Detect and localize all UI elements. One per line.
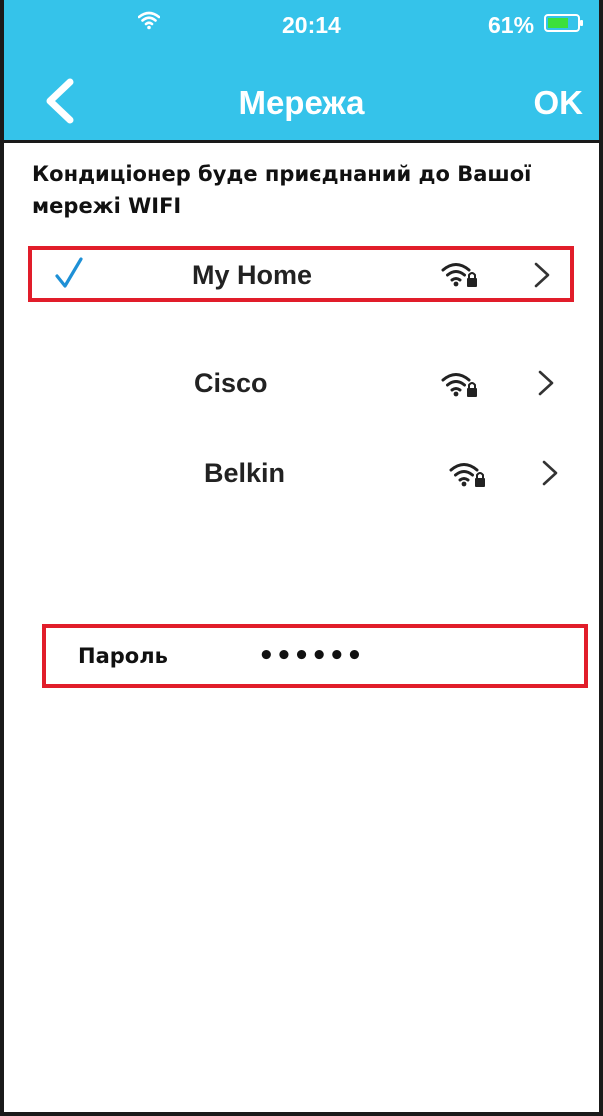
wifi-lock-icon	[449, 463, 485, 487]
status-time: 20:14	[282, 12, 341, 38]
network-item-cisco[interactable]: Cisco	[28, 356, 574, 412]
chevron-right-icon	[538, 370, 554, 396]
battery-percentage: 61%	[488, 12, 535, 38]
chevron-right-icon	[534, 262, 550, 288]
wifi-lock-icon	[441, 263, 477, 287]
status-bar: 20:14 61%	[4, 0, 599, 52]
instruction-text: Кондиціонер буде приєднаний до Вашої мер…	[32, 162, 532, 218]
page-title: Мережа	[238, 84, 365, 121]
wifi-lock-icon	[441, 373, 477, 397]
password-input[interactable]	[256, 640, 560, 672]
network-name: Cisco	[194, 368, 268, 398]
app-header: 20:14 61% Мережа OK	[4, 0, 599, 143]
network-name: Belkin	[204, 458, 286, 488]
wifi-icon	[138, 11, 160, 30]
network-item-my-home[interactable]: My Home	[28, 246, 574, 302]
phone-screen: 20:14 61% Мережа OK Кондиціонер буде при…	[0, 0, 603, 1116]
chevron-right-icon	[542, 460, 558, 486]
password-field-container: Пароль	[42, 624, 588, 688]
network-name: My Home	[192, 260, 313, 290]
battery-icon	[544, 14, 583, 32]
ok-button[interactable]: OK	[534, 84, 584, 122]
checkmark-icon	[55, 257, 83, 288]
password-label: Пароль	[78, 644, 168, 668]
network-item-belkin[interactable]: Belkin	[28, 446, 574, 502]
